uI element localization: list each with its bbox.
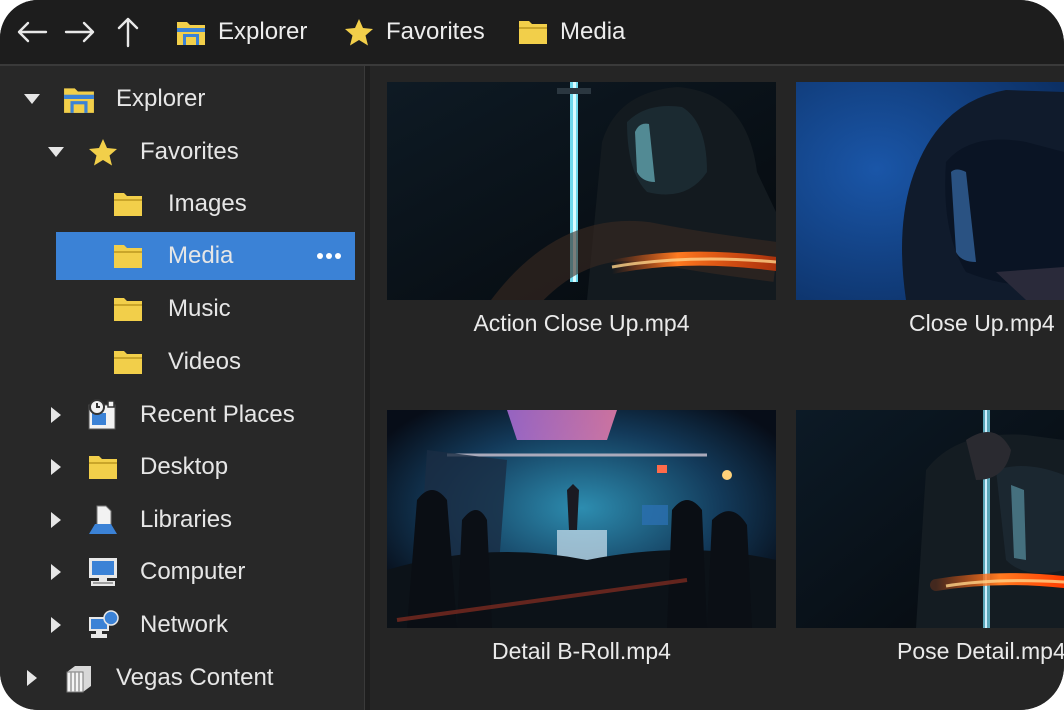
toolbar: Explorer Favorites Media <box>0 0 1064 64</box>
chevron-right-icon[interactable] <box>46 510 66 530</box>
tree-item-videos[interactable]: Videos <box>0 338 364 386</box>
tree-item-label: Vegas Content <box>116 664 274 691</box>
chevron-down-icon[interactable] <box>22 89 42 109</box>
computer-icon <box>86 555 120 589</box>
tree-item-vegas-content[interactable]: Vegas Content <box>0 654 364 702</box>
tree-item-label: Explorer <box>116 85 206 112</box>
folder-icon <box>111 292 145 326</box>
arrow-left-icon <box>17 21 48 43</box>
libraries-icon <box>86 503 120 537</box>
folder-icon <box>111 345 145 379</box>
folder-icon <box>111 239 145 273</box>
arrow-right-icon <box>64 21 95 43</box>
folder-tree: Explorer Favorites Images Media Music Vi… <box>0 66 364 710</box>
network-icon <box>86 608 120 642</box>
breadcrumb-label: Media <box>560 18 626 45</box>
explorer-folder-icon <box>177 22 205 45</box>
tree-item-network[interactable]: Network <box>0 601 364 649</box>
file-name[interactable]: Action Close Up.mp4 <box>387 310 776 337</box>
tree-item-label: Recent Places <box>140 401 295 428</box>
video-thumbnail[interactable] <box>796 410 1064 628</box>
tree-item-desktop[interactable]: Desktop <box>0 443 364 491</box>
tree-item-explorer[interactable]: Explorer <box>0 75 364 123</box>
file-name[interactable]: Close Up.mp4 <box>796 310 1064 337</box>
tree-item-favorites[interactable]: Favorites <box>0 128 364 176</box>
tree-item-label: Libraries <box>140 506 233 533</box>
back-button[interactable] <box>14 14 50 50</box>
tree-item-images[interactable]: Images <box>0 180 364 228</box>
explorer-folder-icon <box>62 82 96 116</box>
breadcrumb-label: Explorer <box>218 18 308 45</box>
tree-item-label: Computer <box>140 558 246 585</box>
tree-item-music[interactable]: Music <box>0 285 364 333</box>
tree-item-media[interactable]: Media <box>56 232 355 280</box>
video-thumbnail[interactable] <box>387 82 776 300</box>
tree-item-label: Videos <box>168 348 241 375</box>
tree-item-label: Network <box>140 611 229 638</box>
vegas-content-icon <box>62 661 96 695</box>
breadcrumb-favorites[interactable]: Favorites <box>344 14 485 50</box>
chevron-right-icon[interactable] <box>46 405 66 425</box>
file-grid: Action Close Up.mp4 Close Up.mp4 Detail … <box>370 66 1064 710</box>
chevron-right-icon[interactable] <box>46 615 66 635</box>
file-name[interactable]: Detail B-Roll.mp4 <box>387 638 776 665</box>
forward-button[interactable] <box>62 14 98 50</box>
chevron-right-icon[interactable] <box>46 457 66 477</box>
arrow-up-icon <box>117 17 139 48</box>
explorer-window: Explorer Favorites Media Explorer Favori… <box>0 0 1064 710</box>
more-options-icon[interactable] <box>313 244 345 268</box>
breadcrumb-media[interactable]: Media <box>518 14 625 50</box>
video-thumbnail[interactable] <box>387 410 776 628</box>
breadcrumb-explorer[interactable]: Explorer <box>176 14 307 50</box>
breadcrumb-label: Favorites <box>386 18 485 45</box>
tree-item-label: Music <box>168 295 231 322</box>
tree-item-label: Media <box>168 242 234 269</box>
file-name[interactable]: Pose Detail.mp4 <box>796 638 1064 665</box>
chevron-right-icon[interactable] <box>22 668 42 688</box>
up-button[interactable] <box>110 14 146 50</box>
folder-icon <box>86 450 120 484</box>
video-thumbnail[interactable] <box>796 82 1064 300</box>
tree-item-label: Images <box>168 190 247 217</box>
tree-item-computer[interactable]: Computer <box>0 548 364 596</box>
folder-icon <box>111 187 145 221</box>
recent-places-icon <box>86 398 120 432</box>
tree-item-label: Favorites <box>140 138 239 165</box>
tree-item-label: Desktop <box>140 453 229 480</box>
tree-item-libraries[interactable]: Libraries <box>0 496 364 544</box>
chevron-down-icon[interactable] <box>46 142 66 162</box>
chevron-right-icon[interactable] <box>46 562 66 582</box>
tree-item-recent-places[interactable]: Recent Places <box>0 391 364 439</box>
star-icon <box>86 135 120 169</box>
star-icon <box>345 19 373 46</box>
folder-icon <box>519 21 547 44</box>
